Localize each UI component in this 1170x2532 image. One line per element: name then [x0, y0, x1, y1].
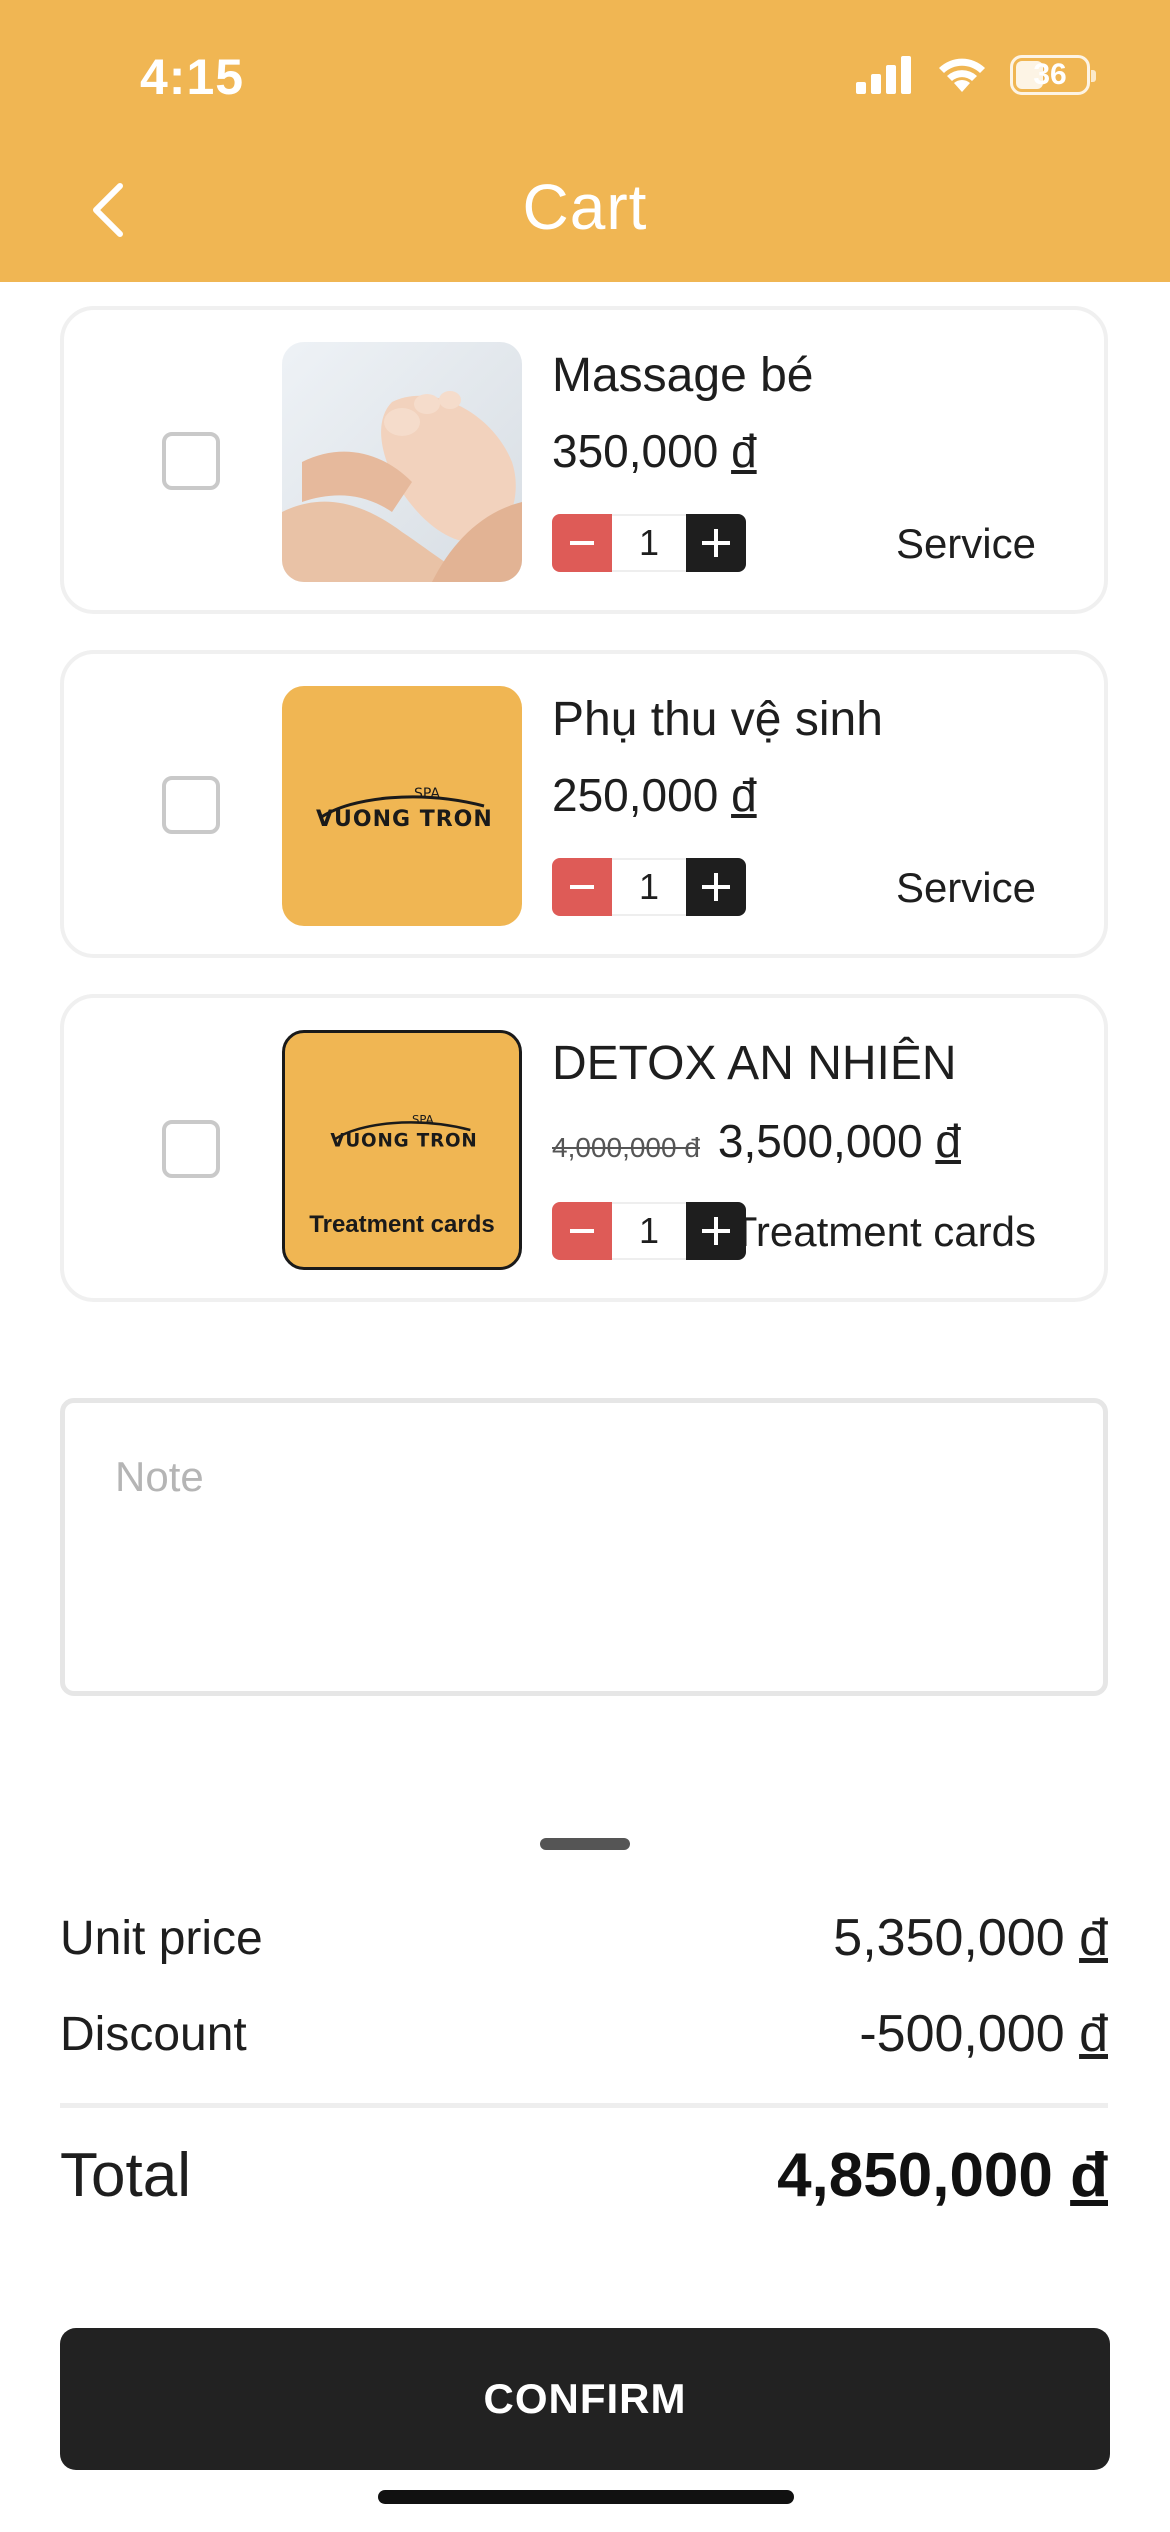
item-image — [282, 342, 522, 582]
item-name: Phụ thu vệ sinh — [552, 693, 883, 746]
quantity-value[interactable]: 1 — [612, 858, 686, 916]
discount-label: Discount — [60, 2007, 247, 2061]
signal-icon — [856, 56, 911, 94]
minus-icon — [570, 1229, 594, 1233]
unit-price-label: Unit price — [60, 1911, 263, 1965]
baby-feet-photo-icon — [282, 342, 522, 582]
decrease-button[interactable] — [552, 858, 612, 916]
battery-icon: 36 — [1010, 55, 1096, 95]
status-icons: 36 — [856, 55, 1096, 95]
cart-item: Massage bé 350,000 đ 1 Service — [60, 306, 1108, 614]
svg-text:VUONG TRON: VUONG TRON — [316, 807, 492, 832]
quantity-stepper: 1 — [552, 514, 746, 572]
quantity-value[interactable]: 1 — [612, 1202, 686, 1260]
quantity-stepper: 1 — [552, 858, 746, 916]
item-type: Treatment cards — [731, 1208, 1036, 1255]
quantity-value[interactable]: 1 — [612, 514, 686, 572]
total-row: Total 4,850,000 đ — [60, 2140, 1108, 2211]
unit-price-row: Unit price 5,350,000 đ — [60, 1908, 1108, 1968]
home-indicator — [378, 2490, 794, 2504]
cart-item: SPA VUONG TRON Phụ thu vệ sinh 250,000 đ… — [60, 650, 1108, 958]
item-image: SPA VUONG TRON Treatment cards — [282, 1030, 522, 1270]
item-name: DETOX AN NHIÊN — [552, 1037, 957, 1090]
note-input[interactable] — [60, 1398, 1108, 1696]
card-label: Treatment cards — [309, 1211, 495, 1238]
item-image: SPA VUONG TRON — [282, 686, 522, 926]
plus-icon — [702, 873, 730, 901]
minus-icon — [570, 885, 594, 889]
battery-level: 36 — [1033, 58, 1067, 91]
wifi-icon — [939, 58, 985, 92]
decrease-button[interactable] — [552, 1202, 612, 1260]
item-price: 4,000,000 đ 3,500,000 đ — [552, 1114, 961, 1168]
decrease-button[interactable] — [552, 514, 612, 572]
minus-icon — [570, 541, 594, 545]
item-price: 350,000 đ — [552, 425, 757, 477]
item-checkbox[interactable] — [162, 432, 220, 490]
svg-text:SPA: SPA — [412, 1112, 434, 1126]
item-checkbox[interactable] — [162, 776, 220, 834]
discount-row: Discount -500,000 đ — [60, 2004, 1108, 2064]
item-type: Service — [895, 520, 1036, 567]
item-checkbox[interactable] — [162, 1120, 220, 1178]
status-time: 4:15 — [140, 49, 245, 105]
discount-value: -500,000 đ — [859, 2005, 1108, 2063]
quantity-stepper: 1 — [552, 1202, 746, 1260]
spa-logo-icon: SPA VUONG TRON — [316, 786, 492, 832]
item-type: Service — [895, 864, 1036, 911]
plus-icon — [702, 529, 730, 557]
increase-button[interactable] — [686, 514, 746, 572]
svg-text:SPA: SPA — [414, 786, 440, 802]
app-header: 4:15 36 Cart — [0, 0, 1170, 282]
total-value: 4,850,000 đ — [777, 2141, 1108, 2210]
increase-button[interactable] — [686, 1202, 746, 1260]
plus-icon — [702, 1217, 730, 1245]
item-price: 250,000 đ — [552, 769, 757, 821]
sheet-handle[interactable] — [540, 1838, 630, 1850]
confirm-button[interactable]: CONFIRM — [60, 2328, 1110, 2470]
item-name: Massage bé — [552, 349, 814, 402]
old-price: 4,000,000 đ — [552, 1132, 700, 1163]
summary-divider — [60, 2103, 1108, 2108]
cart-item: SPA VUONG TRON Treatment cards DETOX AN … — [60, 994, 1108, 1302]
page-title: Cart — [522, 171, 648, 243]
unit-price-value: 5,350,000 đ — [833, 1909, 1108, 1967]
svg-text:VUONG TRON: VUONG TRON — [330, 1131, 477, 1152]
total-label: Total — [60, 2141, 191, 2210]
increase-button[interactable] — [686, 858, 746, 916]
spa-logo-icon: SPA VUONG TRON — [330, 1112, 477, 1152]
new-price: 3,500,000 đ — [717, 1115, 961, 1167]
